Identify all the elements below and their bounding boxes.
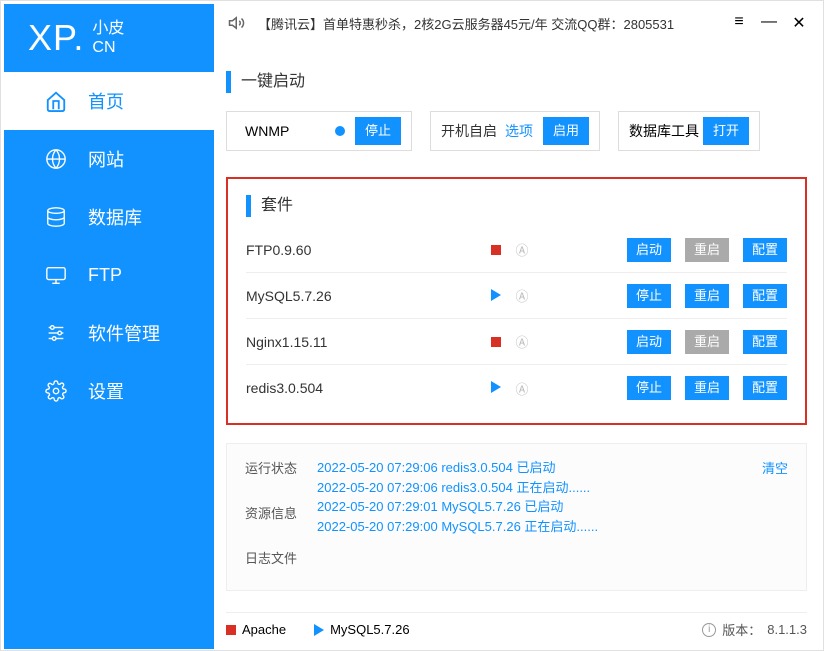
nav-site-label: 网站 <box>88 146 124 172</box>
nav-settings-label: 设置 <box>88 378 124 404</box>
suite-buttons: 启动重启配置 <box>627 238 787 262</box>
suite-row: Nginx1.15.11 Ⓐ 启动重启配置 <box>246 319 787 365</box>
home-icon <box>44 89 68 113</box>
logo: XP. 小皮 CN <box>4 4 214 72</box>
gear-icon <box>44 379 68 403</box>
start-button[interactable]: 启动 <box>627 330 671 354</box>
logo-cn: 小皮 CN <box>92 19 124 57</box>
log-lines: 2022-05-20 07:29:06 redis3.0.504 已启动2022… <box>317 458 762 576</box>
config-button[interactable]: 配置 <box>743 284 787 308</box>
globe-icon <box>44 147 68 171</box>
announce-text[interactable]: 【腾讯云】首单特惠秒杀，2核2G云服务器45元/年 交流QQ群：2805531 <box>258 14 731 33</box>
mysql-status-icon <box>314 624 324 636</box>
nav-settings[interactable]: 设置 <box>4 362 214 420</box>
log-file-label[interactable]: 日志文件 <box>245 548 317 567</box>
footer-apache[interactable]: Apache <box>242 622 286 637</box>
quick-start-title: 一键启动 <box>226 71 807 93</box>
wnmp-box: WNMP 停止 <box>226 111 412 151</box>
nav-home[interactable]: 首页 <box>4 72 214 130</box>
footer-mysql[interactable]: MySQL5.7.26 <box>330 622 410 637</box>
footer-version: i 版本： 8.1.1.3 <box>702 620 807 639</box>
monitor-icon <box>44 263 68 287</box>
play-icon <box>484 288 508 304</box>
quick-start-row: WNMP 停止 开机自启 选项 启用 数据库工具 打开 <box>226 111 807 151</box>
auto-badge-icon[interactable]: Ⓐ <box>508 379 536 398</box>
nav-ftp[interactable]: FTP <box>4 246 214 304</box>
suite-row: MySQL5.7.26 Ⓐ 停止重启配置 <box>246 273 787 319</box>
titlebar: 【腾讯云】首单特惠秒杀，2核2G云服务器45元/年 交流QQ群：2805531 … <box>216 1 819 45</box>
nav-db-label: 数据库 <box>88 204 142 230</box>
suite-row: redis3.0.504 Ⓐ 停止重启配置 <box>246 365 787 411</box>
log-box: 运行状态 资源信息 日志文件 2022-05-20 07:29:06 redis… <box>226 443 807 591</box>
suite-buttons: 停止重启配置 <box>627 284 787 308</box>
nav-soft-label: 软件管理 <box>88 320 160 346</box>
stop-icon <box>484 334 508 350</box>
suite-name: MySQL5.7.26 <box>246 288 484 304</box>
autostart-enable-button[interactable]: 启用 <box>543 117 589 145</box>
nav-db[interactable]: 数据库 <box>4 188 214 246</box>
stop-icon <box>484 242 508 258</box>
restart-button[interactable]: 重启 <box>685 330 729 354</box>
log-res-info-label[interactable]: 资源信息 <box>245 503 317 522</box>
log-line: 2022-05-20 07:29:01 MySQL5.7.26 已启动 <box>317 497 762 517</box>
suite-buttons: 停止重启配置 <box>627 376 787 400</box>
logo-xp: XP. <box>28 17 84 59</box>
suite-box: 套件 FTP0.9.60Ⓐ启动重启配置MySQL5.7.26Ⓐ停止重启配置Ngi… <box>226 177 807 425</box>
database-icon <box>44 205 68 229</box>
suite-row: FTP0.9.60 Ⓐ 启动重启配置 <box>246 227 787 273</box>
dbtool-box: 数据库工具 打开 <box>618 111 760 151</box>
nav: 首页 网站 数据库 FTP 软件管理 <box>4 72 214 420</box>
stop-button[interactable]: 停止 <box>627 376 671 400</box>
log-line: 2022-05-20 07:29:06 redis3.0.504 正在启动...… <box>317 478 762 498</box>
config-button[interactable]: 配置 <box>743 330 787 354</box>
sidebar: XP. 小皮 CN 首页 网站 数据库 F <box>4 4 214 649</box>
auto-badge-icon[interactable]: Ⓐ <box>508 240 536 259</box>
info-icon[interactable]: i <box>702 623 716 637</box>
nav-home-label: 首页 <box>88 88 124 114</box>
wnmp-stop-button[interactable]: 停止 <box>355 117 401 145</box>
restart-button[interactable]: 重启 <box>685 376 729 400</box>
sound-icon[interactable] <box>228 14 246 32</box>
sliders-icon <box>44 321 68 345</box>
config-button[interactable]: 配置 <box>743 238 787 262</box>
footer: Apache MySQL5.7.26 i 版本： 8.1.1.3 <box>226 612 807 640</box>
restart-button[interactable]: 重启 <box>685 238 729 262</box>
nav-ftp-label: FTP <box>88 265 122 286</box>
suite-buttons: 启动重启配置 <box>627 330 787 354</box>
apache-status-icon <box>226 625 236 635</box>
menu-icon[interactable]: ≡ <box>731 13 747 33</box>
dbtool-open-button[interactable]: 打开 <box>703 117 749 145</box>
status-dot-icon <box>335 126 345 136</box>
nav-site[interactable]: 网站 <box>4 130 214 188</box>
log-clear-button[interactable]: 清空 <box>762 458 788 576</box>
auto-badge-icon[interactable]: Ⓐ <box>508 286 536 305</box>
autostart-options-link[interactable]: 选项 <box>505 121 533 141</box>
log-run-status-label[interactable]: 运行状态 <box>245 458 317 477</box>
window-controls: ≡ — ✕ <box>731 13 807 33</box>
autostart-box: 开机自启 选项 启用 <box>430 111 600 151</box>
minimize-button[interactable]: — <box>761 13 777 33</box>
nav-soft[interactable]: 软件管理 <box>4 304 214 362</box>
restart-button[interactable]: 重启 <box>685 284 729 308</box>
log-line: 2022-05-20 07:29:00 MySQL5.7.26 正在启动....… <box>317 517 762 537</box>
auto-badge-icon[interactable]: Ⓐ <box>508 332 536 351</box>
suite-name: FTP0.9.60 <box>246 242 484 258</box>
suite-name: Nginx1.15.11 <box>246 334 484 350</box>
autostart-label: 开机自启 <box>441 121 497 141</box>
close-button[interactable]: ✕ <box>791 13 807 33</box>
wnmp-label: WNMP <box>245 123 289 139</box>
suite-name: redis3.0.504 <box>246 380 484 396</box>
play-icon <box>484 380 508 396</box>
log-labels: 运行状态 资源信息 日志文件 <box>245 458 317 576</box>
config-button[interactable]: 配置 <box>743 376 787 400</box>
suite-title: 套件 <box>246 195 787 217</box>
start-button[interactable]: 启动 <box>627 238 671 262</box>
stop-button[interactable]: 停止 <box>627 284 671 308</box>
log-line: 2022-05-20 07:29:06 redis3.0.504 已启动 <box>317 458 762 478</box>
dbtool-label: 数据库工具 <box>629 121 699 141</box>
main: 一键启动 WNMP 停止 开机自启 选项 启用 数据库工具 打开 套件 FTP0… <box>226 71 807 604</box>
